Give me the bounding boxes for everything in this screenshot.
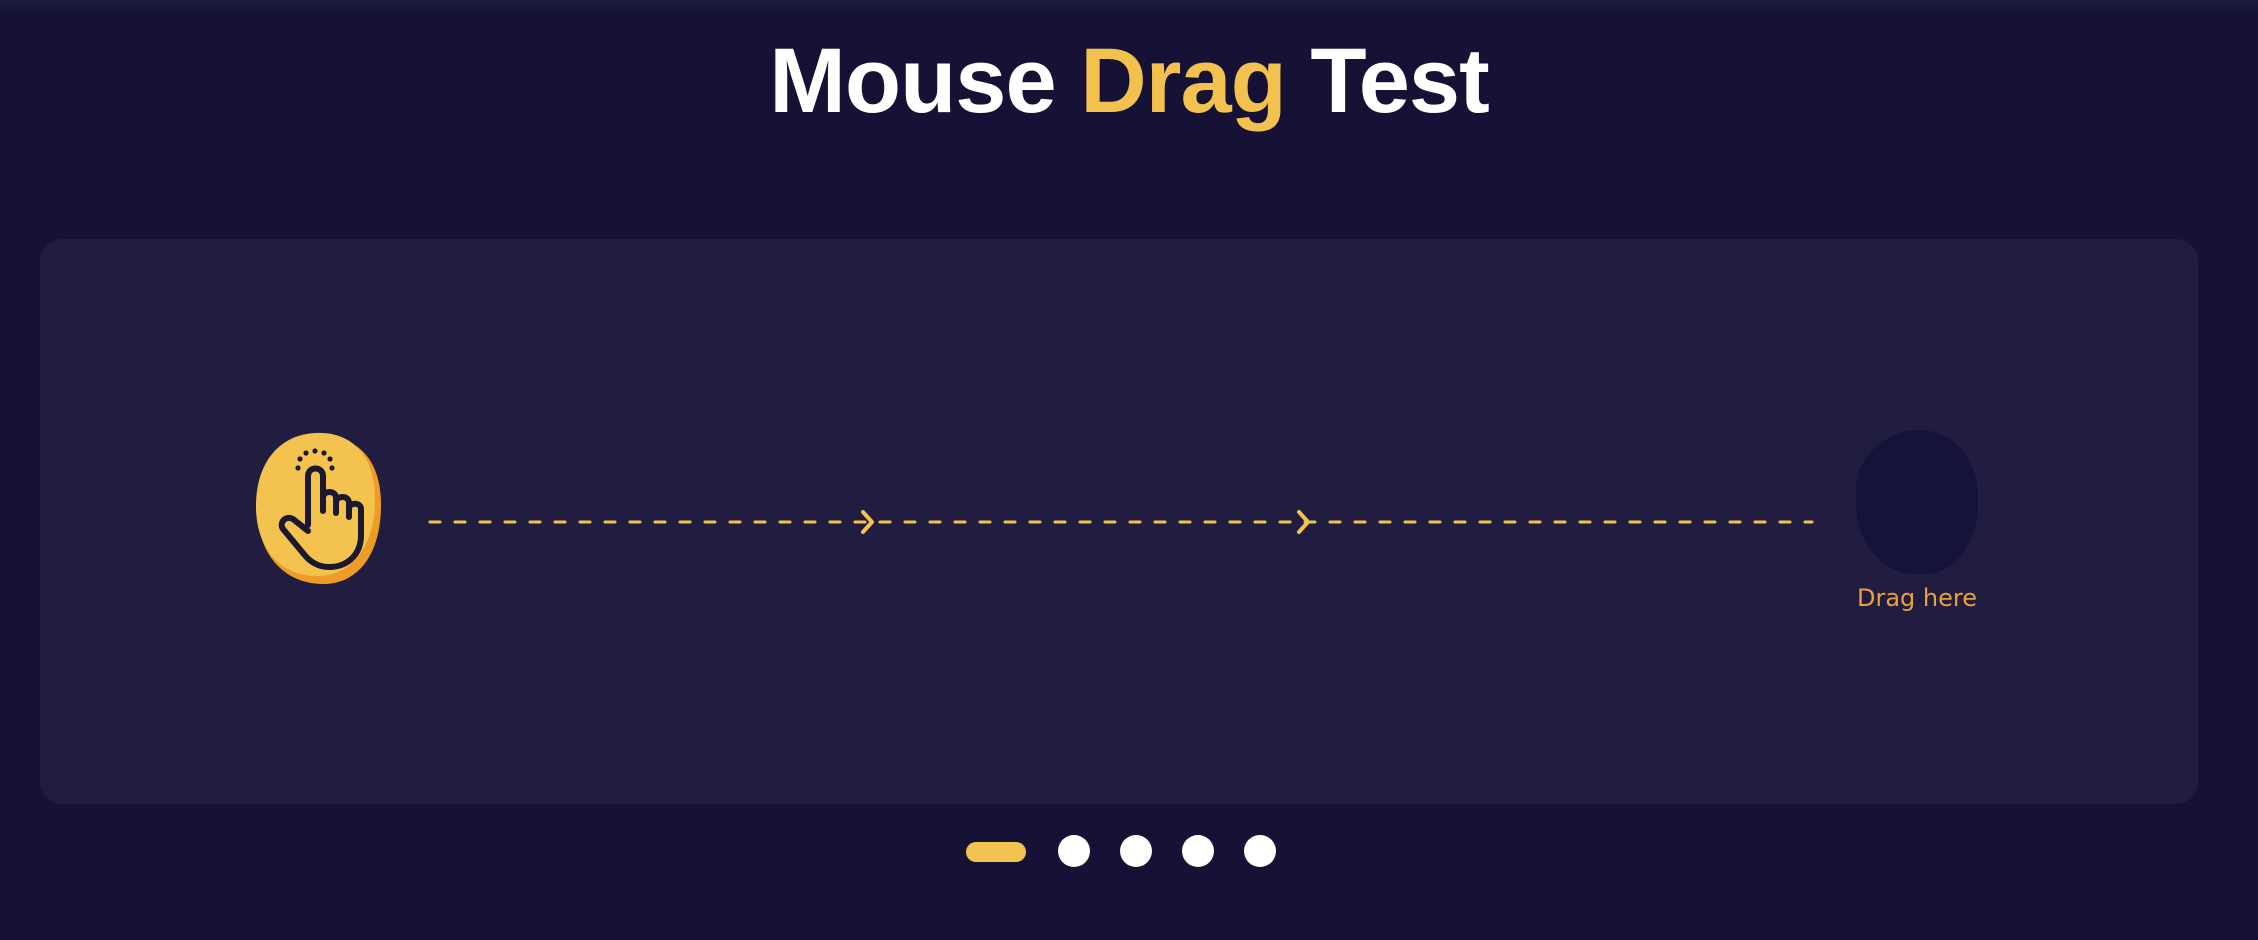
- pagination-dot-1[interactable]: [966, 842, 1026, 862]
- title-accent: Drag: [1080, 30, 1287, 132]
- drag-track: [426, 505, 1816, 539]
- drag-handle[interactable]: [255, 431, 383, 586]
- pagination-dot-3[interactable]: [1120, 835, 1152, 867]
- pagination-dot-2[interactable]: [1058, 835, 1090, 867]
- page-title: Mouse Drag Test: [0, 26, 2258, 136]
- pagination-dot-5[interactable]: [1244, 835, 1276, 867]
- pagination: [966, 835, 1276, 869]
- tap-hand-icon: [255, 432, 381, 585]
- drop-target[interactable]: [1856, 430, 1978, 574]
- top-strip: [0, 0, 2258, 14]
- title-part-2: Test: [1285, 30, 1489, 132]
- pagination-dot-4[interactable]: [1182, 835, 1214, 867]
- drop-target-label: Drag here: [1857, 584, 1977, 612]
- title-part-1: Mouse: [769, 30, 1081, 132]
